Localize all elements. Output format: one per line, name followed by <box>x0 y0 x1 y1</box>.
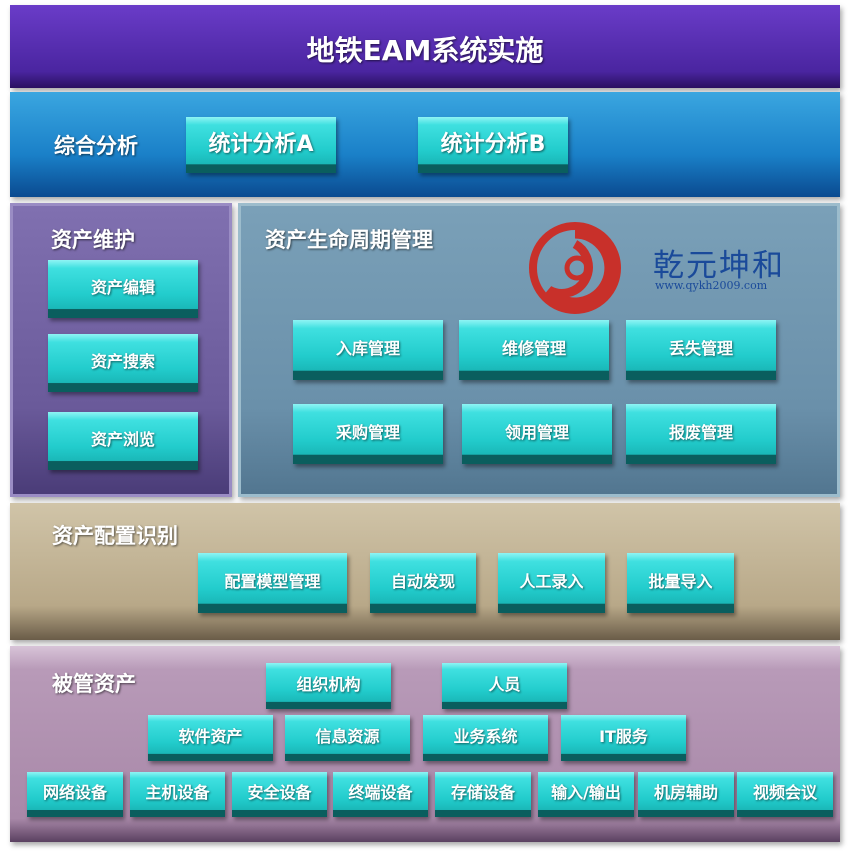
stat-a-button[interactable]: 统计分析A <box>186 117 336 173</box>
logo-url: www.qykh2009.com <box>655 279 768 292</box>
maintenance-label: 资产维护 <box>51 228 135 252</box>
network-device-button[interactable]: 网络设备 <box>27 772 123 817</box>
dragon-logo-icon <box>529 222 621 314</box>
managed-label: 被管资产 <box>52 672 136 696</box>
business-system-button[interactable]: 业务系统 <box>423 715 548 761</box>
org-button[interactable]: 组织机构 <box>266 663 391 709</box>
personnel-button[interactable]: 人员 <box>442 663 567 709</box>
page-title: 地铁EAM系统实施 <box>306 34 544 67</box>
lifecycle-label: 资产生命周期管理 <box>265 228 433 252</box>
info-resource-button[interactable]: 信息资源 <box>285 715 410 761</box>
asset-search-button[interactable]: 资产搜索 <box>48 334 198 392</box>
asset-browse-button[interactable]: 资产浏览 <box>48 412 198 470</box>
config-model-button[interactable]: 配置模型管理 <box>198 553 347 613</box>
software-button[interactable]: 软件资产 <box>148 715 273 761</box>
it-service-button[interactable]: IT服务 <box>561 715 686 761</box>
inbound-button[interactable]: 入库管理 <box>293 320 443 380</box>
batch-import-button[interactable]: 批量导入 <box>627 553 734 613</box>
config-label: 资产配置识别 <box>52 524 178 548</box>
manual-entry-button[interactable]: 人工录入 <box>498 553 605 613</box>
storage-device-button[interactable]: 存储设备 <box>435 772 531 817</box>
requisition-button[interactable]: 领用管理 <box>462 404 612 464</box>
purchase-button[interactable]: 采购管理 <box>293 404 443 464</box>
loss-button[interactable]: 丢失管理 <box>626 320 776 380</box>
repair-button[interactable]: 维修管理 <box>459 320 609 380</box>
analysis-label: 综合分析 <box>54 134 138 158</box>
auto-discover-button[interactable]: 自动发现 <box>370 553 476 613</box>
video-conf-button[interactable]: 视频会议 <box>737 772 833 817</box>
scrap-button[interactable]: 报废管理 <box>626 404 776 464</box>
room-aux-button[interactable]: 机房辅助 <box>638 772 734 817</box>
io-button[interactable]: 输入/输出 <box>538 772 634 817</box>
host-device-button[interactable]: 主机设备 <box>130 772 225 817</box>
asset-edit-button[interactable]: 资产编辑 <box>48 260 198 318</box>
stat-b-button[interactable]: 统计分析B <box>418 117 568 173</box>
security-device-button[interactable]: 安全设备 <box>232 772 327 817</box>
title-banner: 地铁EAM系统实施 <box>10 5 840 88</box>
terminal-device-button[interactable]: 终端设备 <box>333 772 428 817</box>
